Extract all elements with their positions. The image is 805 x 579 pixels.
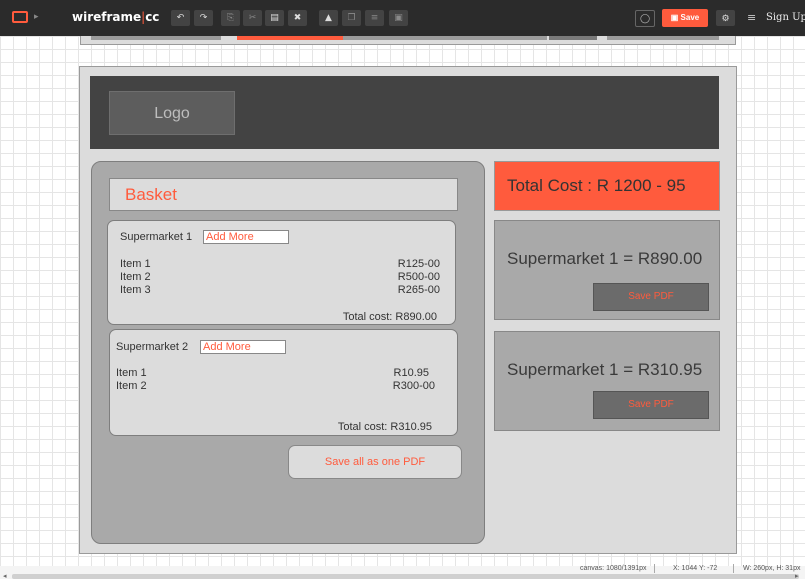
list-item: Item 3 R265-00	[120, 284, 440, 296]
brand-logo: wireframe|cc	[72, 10, 160, 24]
prev-frame-segment	[549, 36, 597, 40]
basket-title[interactable]: Basket	[109, 178, 458, 211]
supermarket-total: Total cost: R310.95	[337, 421, 432, 433]
top-toolbar: ▸ wireframe|cc ↶ ↷ ⎘ ✂ ▤ ✖ ▲ ❐ ≡ ▣ ◯ ▣ S…	[0, 0, 805, 36]
hamburger-menu-icon[interactable]: ≡	[747, 11, 756, 24]
status-divider	[654, 564, 655, 573]
list-item: Item 2 R500-00	[120, 271, 440, 283]
copy-icon[interactable]: ⎘	[221, 10, 240, 26]
redo-icon[interactable]: ↷	[194, 10, 213, 26]
status-divider	[733, 564, 734, 573]
prev-frame-segment	[607, 36, 719, 40]
save-all-pdf-button[interactable]: Save all as one PDF	[288, 445, 462, 479]
selection-size-readout: W: 260px, H: 31px	[743, 565, 801, 572]
app-menu-icon[interactable]	[12, 11, 28, 23]
supermarket-name: Supermarket 2	[116, 341, 189, 353]
horizontal-scrollbar[interactable]	[12, 574, 799, 579]
prev-frame-segment	[343, 36, 547, 40]
status-bar: canvas: 1080/1391px X: 1044 Y: -72 W: 26…	[0, 564, 805, 579]
comment-icon[interactable]: ◯	[635, 10, 655, 27]
undo-icon[interactable]: ↶	[171, 10, 190, 26]
summary-text: Supermarket 1 = R890.00	[507, 249, 703, 268]
list-item: Item 2 R300-00	[116, 380, 435, 392]
supermarket-name: Supermarket 1	[120, 231, 193, 243]
signup-link[interactable]: Sign Up	[766, 12, 805, 23]
save-icon: ▣	[670, 13, 679, 22]
cut-icon[interactable]: ✂	[243, 10, 262, 26]
prev-frame-selection	[237, 36, 343, 40]
list-item: Item 1 R10.95	[116, 367, 429, 379]
total-cost-banner[interactable]: Total Cost : R 1200 - 95	[494, 161, 720, 211]
supermarket-card[interactable]: Supermarket 2 Add More Item 1 R10.95 Item…	[109, 329, 458, 436]
share-icon[interactable]: ⚙	[716, 10, 735, 26]
save-pdf-button[interactable]: Save PDF	[593, 283, 709, 311]
logo-placeholder[interactable]: Logo	[109, 91, 235, 135]
supermarket-summary[interactable]: Supermarket 1 = R310.95 Save PDF	[494, 331, 720, 431]
supermarket-card[interactable]: Supermarket 1 Add More Item 1 R125-00 Ite…	[107, 220, 456, 325]
save-pdf-button[interactable]: Save PDF	[593, 391, 709, 419]
lock-icon[interactable]: ▲	[319, 10, 338, 26]
paste-icon[interactable]: ▤	[265, 10, 284, 26]
supermarket-total: Total cost: R890.00	[342, 311, 437, 323]
arrange-icon[interactable]: ▣	[389, 10, 408, 26]
scroll-left-icon[interactable]: ◂	[3, 572, 7, 579]
supermarket-summary[interactable]: Supermarket 1 = R890.00 Save PDF	[494, 220, 720, 320]
add-more-input[interactable]: Add More	[200, 340, 286, 354]
delete-icon[interactable]: ✖	[288, 10, 307, 26]
list-item: Item 1 R125-00	[120, 258, 440, 270]
caret-right-icon[interactable]: ▸	[34, 11, 39, 22]
cursor-coords-readout: X: 1044 Y: -72	[673, 565, 718, 572]
group-icon[interactable]: ❐	[342, 10, 361, 26]
add-more-input[interactable]: Add More	[203, 230, 289, 244]
prev-frame-segment	[91, 36, 221, 40]
canvas-size-readout: canvas: 1080/1391px	[580, 565, 647, 572]
summary-text: Supermarket 1 = R310.95	[507, 360, 703, 379]
align-icon[interactable]: ≡	[365, 10, 384, 26]
previous-frame[interactable]	[80, 36, 736, 45]
save-button[interactable]: ▣ Save	[662, 9, 708, 27]
scroll-right-icon[interactable]: ▸	[795, 572, 799, 579]
